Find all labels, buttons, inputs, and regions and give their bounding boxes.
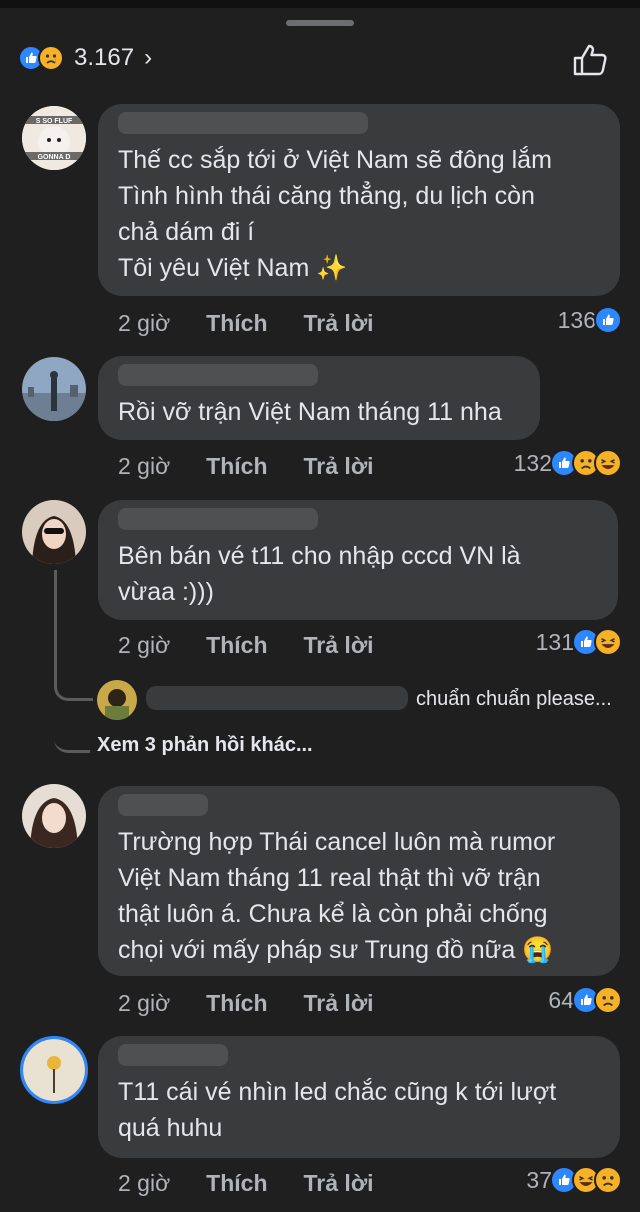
status-strip xyxy=(0,0,640,8)
reply-author-redacted xyxy=(146,686,408,710)
like-button[interactable]: Thích xyxy=(206,310,267,337)
like-button[interactable]: Thích xyxy=(206,990,267,1017)
comment-reactions[interactable]: 136 xyxy=(558,306,622,334)
reaction-count: 136 xyxy=(557,306,596,333)
avatar[interactable] xyxy=(22,500,86,564)
reaction-count: 132 xyxy=(513,449,552,476)
author-name-redacted xyxy=(118,1044,228,1066)
comment-time: 2 giờ xyxy=(118,632,171,658)
chevron-right-icon: › xyxy=(144,44,153,71)
avatar[interactable] xyxy=(22,357,86,421)
reply-button[interactable]: Trả lời xyxy=(304,990,374,1017)
comment-reactions[interactable]: 64 xyxy=(548,986,622,1014)
comment-reactions[interactable]: 131 xyxy=(536,628,622,656)
like-button[interactable]: Thích xyxy=(206,453,267,480)
reply-avatar[interactable] xyxy=(97,680,137,720)
reply-button[interactable]: Trả lời xyxy=(304,632,374,659)
comment-text: T11 cái vé nhìn led chắc cũng k tới lượt… xyxy=(118,1078,557,1142)
comment-text: Thế cc sắp tới ở Việt Nam sẽ đông lắm Tì… xyxy=(118,146,552,282)
sad-icon xyxy=(594,986,622,1014)
reaction-summary[interactable]: 3.167 › xyxy=(18,40,152,76)
author-name-redacted xyxy=(118,364,318,386)
reply-thread-line xyxy=(54,570,93,701)
comment-time: 2 giờ xyxy=(118,990,171,1016)
thumbs-up-outline-icon[interactable] xyxy=(570,40,610,80)
reply-thread-line xyxy=(54,700,90,753)
avatar[interactable] xyxy=(20,1036,88,1104)
like-icon xyxy=(594,306,622,334)
author-name-redacted xyxy=(118,112,368,134)
comment-time: 2 giờ xyxy=(118,1170,171,1196)
comment-actions: 2 giờ Thích Trả lời xyxy=(118,310,410,337)
comment-actions: 2 giờ Thích Trả lời xyxy=(118,1170,410,1197)
comment-time: 2 giờ xyxy=(118,310,171,336)
avatar[interactable]: S SO FLUF GONNA D xyxy=(22,106,86,170)
comment-bubble[interactable]: Rồi vỡ trận Việt Nam tháng 11 nha xyxy=(98,356,540,440)
comment-bubble[interactable]: Trường hợp Thái cancel luôn mà rumor Việ… xyxy=(98,786,620,976)
comment-text: Bên bán vé t11 cho nhập cccd VN là vừaa … xyxy=(118,542,521,606)
reply-preview-text[interactable]: chuẩn chuẩn please... xyxy=(416,688,612,711)
author-name-redacted xyxy=(118,794,208,816)
reply-button[interactable]: Trả lời xyxy=(304,453,374,480)
like-button[interactable]: Thích xyxy=(206,632,267,659)
avatar-caption-bottom: GONNA D xyxy=(38,154,71,161)
sad-icon xyxy=(594,1166,622,1194)
comment-bubble[interactable]: T11 cái vé nhìn led chắc cũng k tới lượt… xyxy=(98,1036,620,1158)
sad-icon xyxy=(38,45,64,71)
haha-icon xyxy=(594,628,622,656)
comment-text: Rồi vỡ trận Việt Nam tháng 11 nha xyxy=(118,398,502,426)
comment-reactions[interactable]: 132 xyxy=(514,449,622,477)
reaction-count: 37 xyxy=(526,1166,552,1193)
comment-time: 2 giờ xyxy=(118,453,171,479)
like-button[interactable]: Thích xyxy=(206,1170,267,1197)
view-more-replies-link[interactable]: Xem 3 phản hồi khác... xyxy=(97,734,313,757)
comment-actions: 2 giờ Thích Trả lời xyxy=(118,453,410,480)
reaction-total: 3.167 xyxy=(74,44,135,71)
haha-icon xyxy=(594,449,622,477)
reply-button[interactable]: Trả lời xyxy=(304,1170,374,1197)
comment-text: Trường hợp Thái cancel luôn mà rumor Việ… xyxy=(118,828,556,964)
author-name-redacted xyxy=(118,508,318,530)
comment-actions: 2 giờ Thích Trả lời xyxy=(118,990,410,1017)
comment-reactions[interactable]: 37 xyxy=(526,1166,622,1194)
reaction-count: 131 xyxy=(535,628,574,655)
drag-handle[interactable] xyxy=(286,20,354,26)
comment-bubble[interactable]: Bên bán vé t11 cho nhập cccd VN là vừaa … xyxy=(98,500,618,620)
comment-actions: 2 giờ Thích Trả lời xyxy=(118,632,410,659)
reaction-count: 64 xyxy=(548,986,574,1013)
comment-bubble[interactable]: Thế cc sắp tới ở Việt Nam sẽ đông lắm Tì… xyxy=(98,104,620,296)
reply-button[interactable]: Trả lời xyxy=(304,310,374,337)
avatar-caption-top: S SO FLUF xyxy=(36,118,73,125)
avatar[interactable] xyxy=(22,784,86,848)
